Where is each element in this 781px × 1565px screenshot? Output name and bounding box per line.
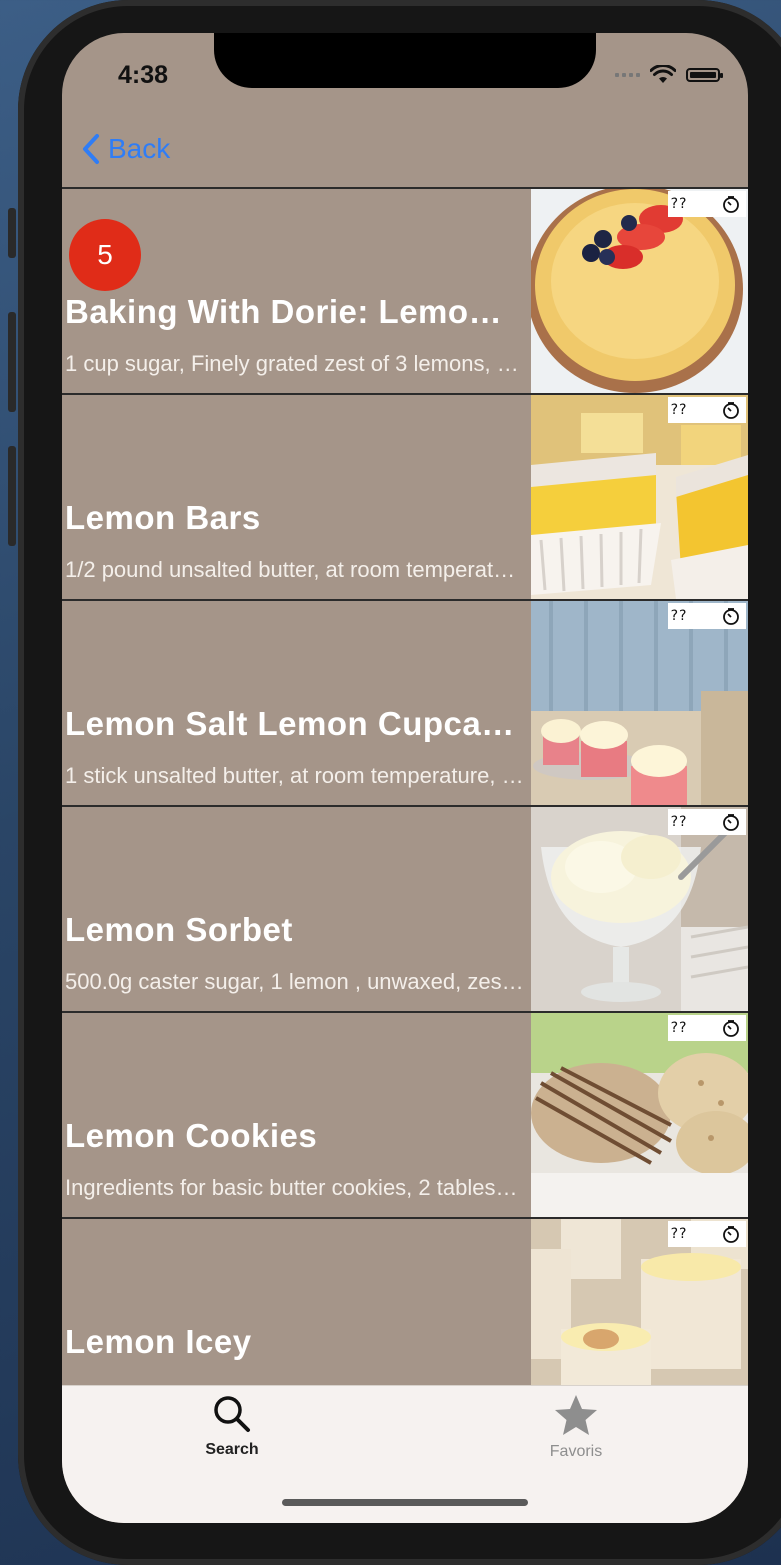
recipe-ingredients: 500.0g caster sugar, 1 lemon , unwaxed, … — [65, 969, 527, 994]
back-button[interactable]: Back — [82, 133, 170, 165]
tab-favorites[interactable]: Favoris — [516, 1394, 636, 1461]
chevron-left-icon — [83, 134, 99, 164]
volume-up-button — [8, 312, 16, 412]
tab-favorites-label: Favoris — [549, 1443, 603, 1460]
recipe-row[interactable]: 5 Baking With Dorie: Lemon-Le... 1 cup s… — [62, 187, 748, 393]
home-indicator[interactable] — [282, 1499, 528, 1506]
recipe-image-lemon-cookies: ?? — [531, 1013, 748, 1217]
rating-timer-badge: ?? — [668, 1221, 746, 1247]
status-time: 4:38 — [118, 61, 169, 89]
notch — [214, 33, 596, 88]
rating-text: ?? — [670, 814, 687, 830]
recipe-row[interactable]: Lemon Bars 1/2 pound unsalted butter, at… — [62, 393, 748, 599]
timer-icon — [723, 196, 739, 213]
timer-icon — [723, 814, 739, 831]
recipe-row[interactable]: Lemon Sorbet 500.0g caster sugar, 1 lemo… — [62, 805, 748, 1011]
recipe-image-lemon-tart: ?? — [531, 189, 748, 393]
timer-icon — [723, 1020, 739, 1037]
rating-text: ?? — [670, 1226, 687, 1242]
app-screen: 4:38 Back 5 Baking With Dorie: Lemon-Le.… — [62, 33, 748, 1523]
tab-search[interactable]: Search — [172, 1394, 292, 1459]
recipe-ingredients: 1 cup sugar, Finely grated zest of 3 lem… — [65, 351, 527, 376]
recipe-title: Lemon Salt Lemon Cupcakes — [65, 705, 521, 742]
recipe-title: Baking With Dorie: Lemon-Le... — [65, 293, 521, 330]
cellular-signal-icon — [615, 73, 640, 77]
wifi-icon — [650, 65, 676, 83]
rating-text: ?? — [670, 196, 687, 212]
recipe-ingredients: 1 stick unsalted butter, at room tempera… — [65, 763, 527, 788]
timer-icon — [723, 402, 739, 419]
recipe-list[interactable]: 5 Baking With Dorie: Lemon-Le... 1 cup s… — [62, 187, 748, 1423]
back-label: Back — [108, 133, 171, 164]
recipe-row[interactable]: Lemon Salt Lemon Cupcakes 1 stick unsalt… — [62, 599, 748, 805]
status-icons — [615, 65, 723, 85]
recipe-image-lemon-bars: ?? — [531, 395, 748, 599]
tab-search-label: Search — [205, 1441, 259, 1458]
recipe-title: Lemon Bars — [65, 499, 261, 536]
recipe-title: Lemon Cookies — [65, 1117, 318, 1154]
rating-text: ?? — [670, 608, 687, 624]
volume-down-button — [8, 446, 16, 546]
rating-timer-badge: ?? — [668, 191, 746, 217]
battery-icon — [686, 68, 723, 82]
recipe-ingredients: Ingredients for basic butter cookies, 2 … — [65, 1175, 527, 1200]
timer-icon — [723, 1226, 739, 1243]
rating-text: ?? — [670, 1020, 687, 1036]
rating-timer-badge: ?? — [668, 603, 746, 629]
mute-switch — [8, 208, 16, 258]
recipe-image-lemon-cupcakes: ?? — [531, 601, 748, 805]
search-icon — [214, 1396, 250, 1432]
recipe-image-lemon-sorbet: ?? — [531, 807, 748, 1011]
rating-timer-badge: ?? — [668, 809, 746, 835]
recipe-title: Lemon Icey — [65, 1323, 252, 1360]
recipe-ingredients: 1/2 pound unsalted butter, at room tempe… — [65, 557, 527, 582]
rating-text: ?? — [670, 402, 687, 418]
timer-icon — [723, 608, 739, 625]
recipe-title: Lemon Sorbet — [65, 911, 293, 948]
notification-badge: 5 — [69, 219, 141, 291]
rating-timer-badge: ?? — [668, 397, 746, 423]
rating-timer-badge: ?? — [668, 1015, 746, 1041]
recipe-row[interactable]: Lemon Cookies Ingredients for basic butt… — [62, 1011, 748, 1217]
star-icon — [555, 1395, 597, 1435]
